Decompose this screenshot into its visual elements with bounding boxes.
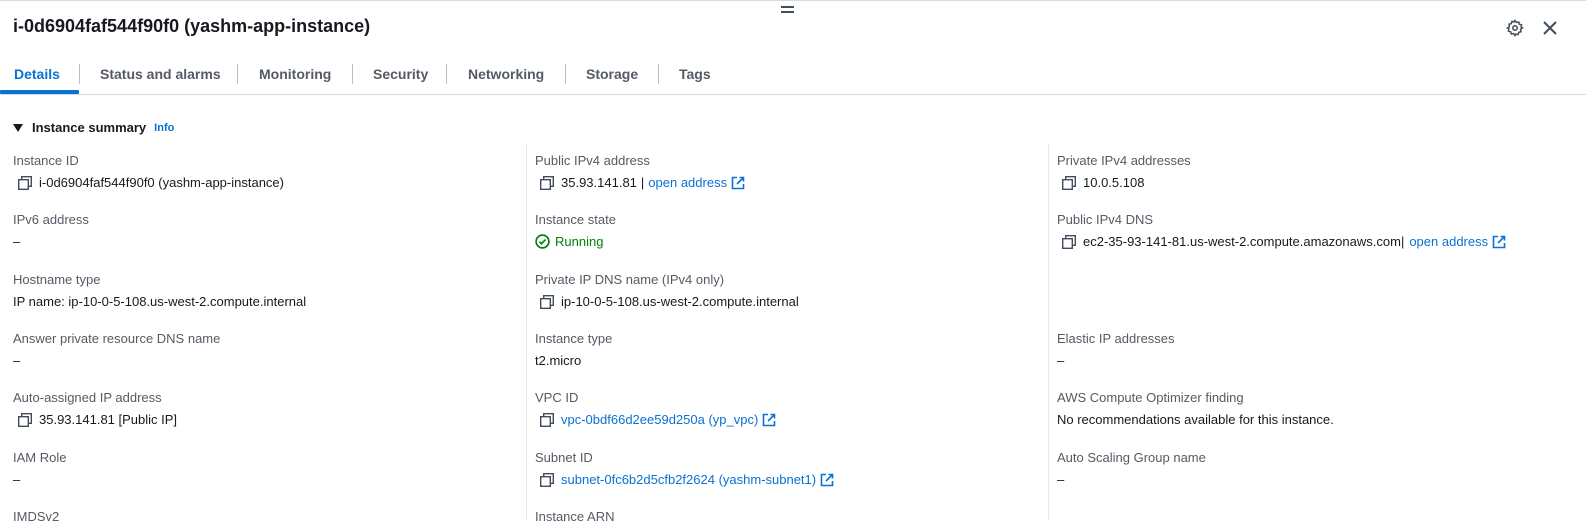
tab-status-and-alarms[interactable]: Status and alarms — [100, 54, 221, 94]
field-value: t2.micro — [535, 353, 582, 368]
field-elastic-ip: Elastic IP addresses – — [1057, 331, 1175, 368]
status-running: Running — [555, 234, 604, 249]
field-value: No recommendations available for this in… — [1057, 412, 1334, 427]
field-value: 35.93.141.81 [Public IP] — [39, 412, 178, 427]
tab-networking[interactable]: Networking — [468, 54, 544, 94]
field-subnet-id: Subnet ID subnet-0fc6b2d5cfb2f2624 (yash… — [535, 450, 834, 487]
open-address-link[interactable]: open address — [648, 175, 727, 190]
field-label: Hostname type — [13, 272, 101, 287]
field-value: – — [1057, 472, 1065, 487]
copy-icon[interactable] — [540, 412, 554, 427]
copy-icon[interactable] — [1062, 175, 1076, 190]
tab-divider — [565, 64, 566, 84]
page-title: i-0d6904faf544f90f0 (yashm-app-instance) — [13, 16, 371, 36]
field-answer-dns: Answer private resource DNS name – — [13, 331, 221, 368]
copy-icon[interactable] — [1062, 234, 1076, 249]
info-link[interactable]: Info — [154, 122, 174, 134]
copy-icon[interactable] — [540, 472, 554, 487]
field-value: 10.0.5.108 — [1083, 175, 1145, 190]
field-instance-state: Instance state Running — [535, 212, 616, 249]
field-instance-arn: Instance ARN — [535, 509, 615, 524]
field-label: Public IPv4 DNS — [1057, 212, 1154, 227]
active-tab-indicator — [0, 90, 79, 94]
gear-icon[interactable] — [1504, 17, 1526, 39]
copy-icon[interactable] — [18, 175, 32, 190]
field-value: ip-10-0-5-108.us-west-2.compute.internal — [561, 294, 799, 309]
drag-handle-icon[interactable] — [781, 6, 794, 14]
section-title: Instance summary — [32, 120, 147, 135]
external-link-icon[interactable] — [820, 473, 834, 487]
column-divider — [1048, 143, 1049, 520]
field-auto-assigned-ip: Auto-assigned IP address 35.93.141.81 [P… — [13, 390, 177, 427]
panel-top-border — [0, 0, 1586, 1]
separator: | — [1400, 234, 1405, 249]
field-instance-type: Instance type t2.micro — [535, 331, 613, 368]
field-imds: IMDSv2 — [13, 509, 59, 524]
tab-storage[interactable]: Storage — [586, 54, 638, 94]
field-value: – — [13, 234, 21, 249]
external-link-icon[interactable] — [731, 176, 745, 190]
tab-divider — [79, 64, 80, 84]
field-label: Answer private resource DNS name — [13, 331, 221, 346]
field-label: IAM Role — [13, 450, 67, 465]
copy-icon[interactable] — [540, 175, 554, 190]
field-label: Auto-assigned IP address — [13, 390, 162, 405]
field-value: – — [1057, 353, 1065, 368]
field-label: Instance state — [535, 212, 616, 227]
field-instance-id: Instance ID i-0d6904faf544f90f0 (yashm-a… — [13, 153, 284, 190]
subnet-link[interactable]: subnet-0fc6b2d5cfb2f2624 (yashm-subnet1) — [561, 472, 816, 487]
field-value: i-0d6904faf544f90f0 (yashm-app-instance) — [39, 175, 284, 190]
field-iam-role: IAM Role – — [13, 450, 67, 487]
separator: | — [640, 175, 645, 190]
tab-divider — [237, 64, 238, 84]
tab-divider — [446, 64, 447, 84]
field-value: – — [13, 472, 21, 487]
copy-icon[interactable] — [18, 412, 32, 427]
field-label: Private IPv4 addresses — [1057, 153, 1191, 168]
field-value: 35.93.141.81 — [561, 175, 637, 190]
field-vpc-id: VPC ID vpc-0bdf66d2ee59d250a (yp_vpc) — [535, 390, 776, 427]
external-link-icon[interactable] — [762, 413, 776, 427]
field-label: Auto Scaling Group name — [1057, 450, 1206, 465]
tab-divider — [352, 64, 353, 84]
tab-bar: Details Status and alarms Monitoring Sec… — [0, 54, 1586, 95]
success-check-icon — [535, 234, 550, 249]
field-private-ipv4: Private IPv4 addresses 10.0.5.108 — [1057, 153, 1191, 190]
close-icon[interactable] — [1539, 17, 1561, 39]
field-ipv6: IPv6 address – — [13, 212, 89, 249]
field-label: Public IPv4 address — [535, 153, 650, 168]
field-label: Instance type — [535, 331, 613, 346]
field-label: Elastic IP addresses — [1057, 331, 1175, 346]
field-public-ipv4: Public IPv4 address 35.93.141.81 | open … — [535, 153, 745, 190]
field-label: VPC ID — [535, 390, 579, 405]
field-label: IMDSv2 — [13, 509, 60, 524]
field-value: ec2-35-93-141-81.us-west-2.compute.amazo… — [1083, 234, 1401, 249]
tab-divider — [658, 64, 659, 84]
field-label: Private IP DNS name (IPv4 only) — [535, 272, 725, 287]
tab-tags[interactable]: Tags — [679, 54, 711, 94]
vpc-link[interactable]: vpc-0bdf66d2ee59d250a (yp_vpc) — [561, 412, 758, 427]
external-link-icon[interactable] — [1492, 235, 1506, 249]
field-value: IP name: ip-10-0-5-108.us-west-2.compute… — [13, 294, 307, 309]
field-label: IPv6 address — [13, 212, 89, 227]
field-compute-optimizer: AWS Compute Optimizer finding No recomme… — [1057, 390, 1334, 427]
open-address-link[interactable]: open address — [1409, 234, 1488, 249]
instance-summary-header[interactable]: Instance summary Info — [13, 120, 174, 135]
column-divider — [526, 143, 527, 520]
caret-down-icon[interactable] — [13, 123, 23, 132]
field-label: Instance ARN — [535, 509, 615, 524]
tab-security[interactable]: Security — [373, 54, 428, 94]
field-value: – — [13, 353, 21, 368]
copy-icon[interactable] — [540, 294, 554, 309]
field-auto-scaling-group: Auto Scaling Group name – — [1057, 450, 1206, 487]
field-label: AWS Compute Optimizer finding — [1057, 390, 1244, 405]
field-hostname-type: Hostname type IP name: ip-10-0-5-108.us-… — [13, 272, 306, 309]
field-label: Subnet ID — [535, 450, 593, 465]
field-label: Instance ID — [13, 153, 79, 168]
tab-details[interactable]: Details — [14, 54, 60, 94]
field-public-dns: Public IPv4 DNS ec2-35-93-141-81.us-west… — [1057, 212, 1506, 249]
tab-monitoring[interactable]: Monitoring — [259, 54, 331, 94]
field-private-dns: Private IP DNS name (IPv4 only) ip-10-0-… — [535, 272, 799, 309]
